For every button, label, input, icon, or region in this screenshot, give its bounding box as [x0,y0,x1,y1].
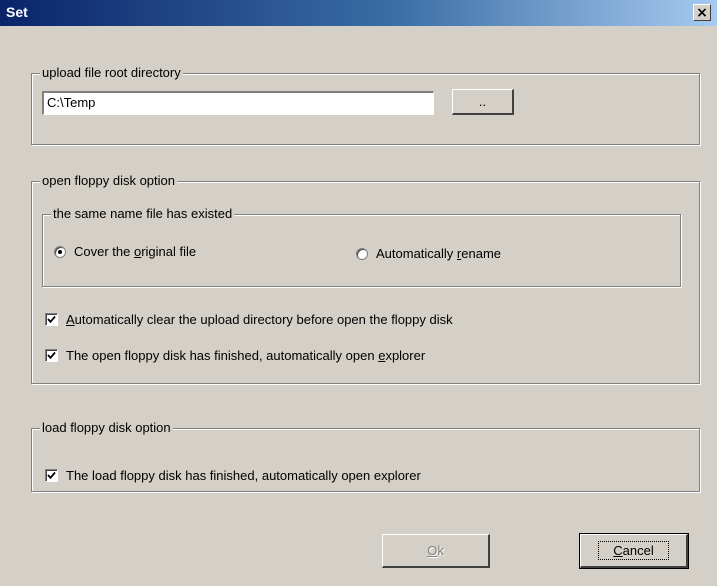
browse-button-label: .. [478,94,487,109]
same-name-group-label: the same name file has existed [51,206,235,221]
radio-auto-rename[interactable]: Automatically rename [356,246,501,261]
load-floppy-group-label: load floppy disk option [40,420,173,435]
open-floppy-group-label: open floppy disk option [40,173,177,188]
check-open-explorer-after-open[interactable]: The open floppy disk has finished, autom… [45,348,425,363]
ok-button-label: Ok [427,543,444,558]
check-auto-clear-upload[interactable]: Automatically clear the upload directory… [45,312,453,327]
checkbox-indicator[interactable] [45,313,58,326]
set-dialog: Set × upload file root directory C:\Temp… [0,0,717,586]
ok-button[interactable]: Ok [382,534,490,568]
checkmark-icon [47,471,56,480]
check-open-explorer-after-load[interactable]: The load floppy disk has finished, autom… [45,468,421,483]
close-icon: × [696,4,708,21]
checkbox-indicator[interactable] [45,469,58,482]
cancel-button[interactable]: Cancel [579,533,689,569]
check-open-explorer-after-load-label: The load floppy disk has finished, autom… [66,468,421,483]
check-open-explorer-after-open-label: The open floppy disk has finished, autom… [66,348,426,363]
radio-auto-rename-label: Automatically rename [376,246,502,261]
radio-indicator[interactable] [356,247,368,260]
browse-button[interactable]: .. [452,89,514,115]
cancel-button-label: Cancel [598,541,669,560]
radio-indicator[interactable] [54,245,66,258]
window-title: Set [6,4,28,20]
checkbox-indicator[interactable] [45,349,58,362]
upload-path-input[interactable]: C:\Temp [42,91,434,115]
upload-root-group-label: upload file root directory [40,65,183,80]
radio-cover-original-label: Cover the original file [74,244,197,259]
check-auto-clear-upload-label: Automatically clear the upload directory… [66,312,453,327]
checkmark-icon [47,315,56,324]
radio-cover-original[interactable]: Cover the original file [54,244,196,259]
close-button[interactable]: × [693,4,711,21]
checkmark-icon [47,351,56,360]
title-bar[interactable]: Set × [0,0,717,26]
